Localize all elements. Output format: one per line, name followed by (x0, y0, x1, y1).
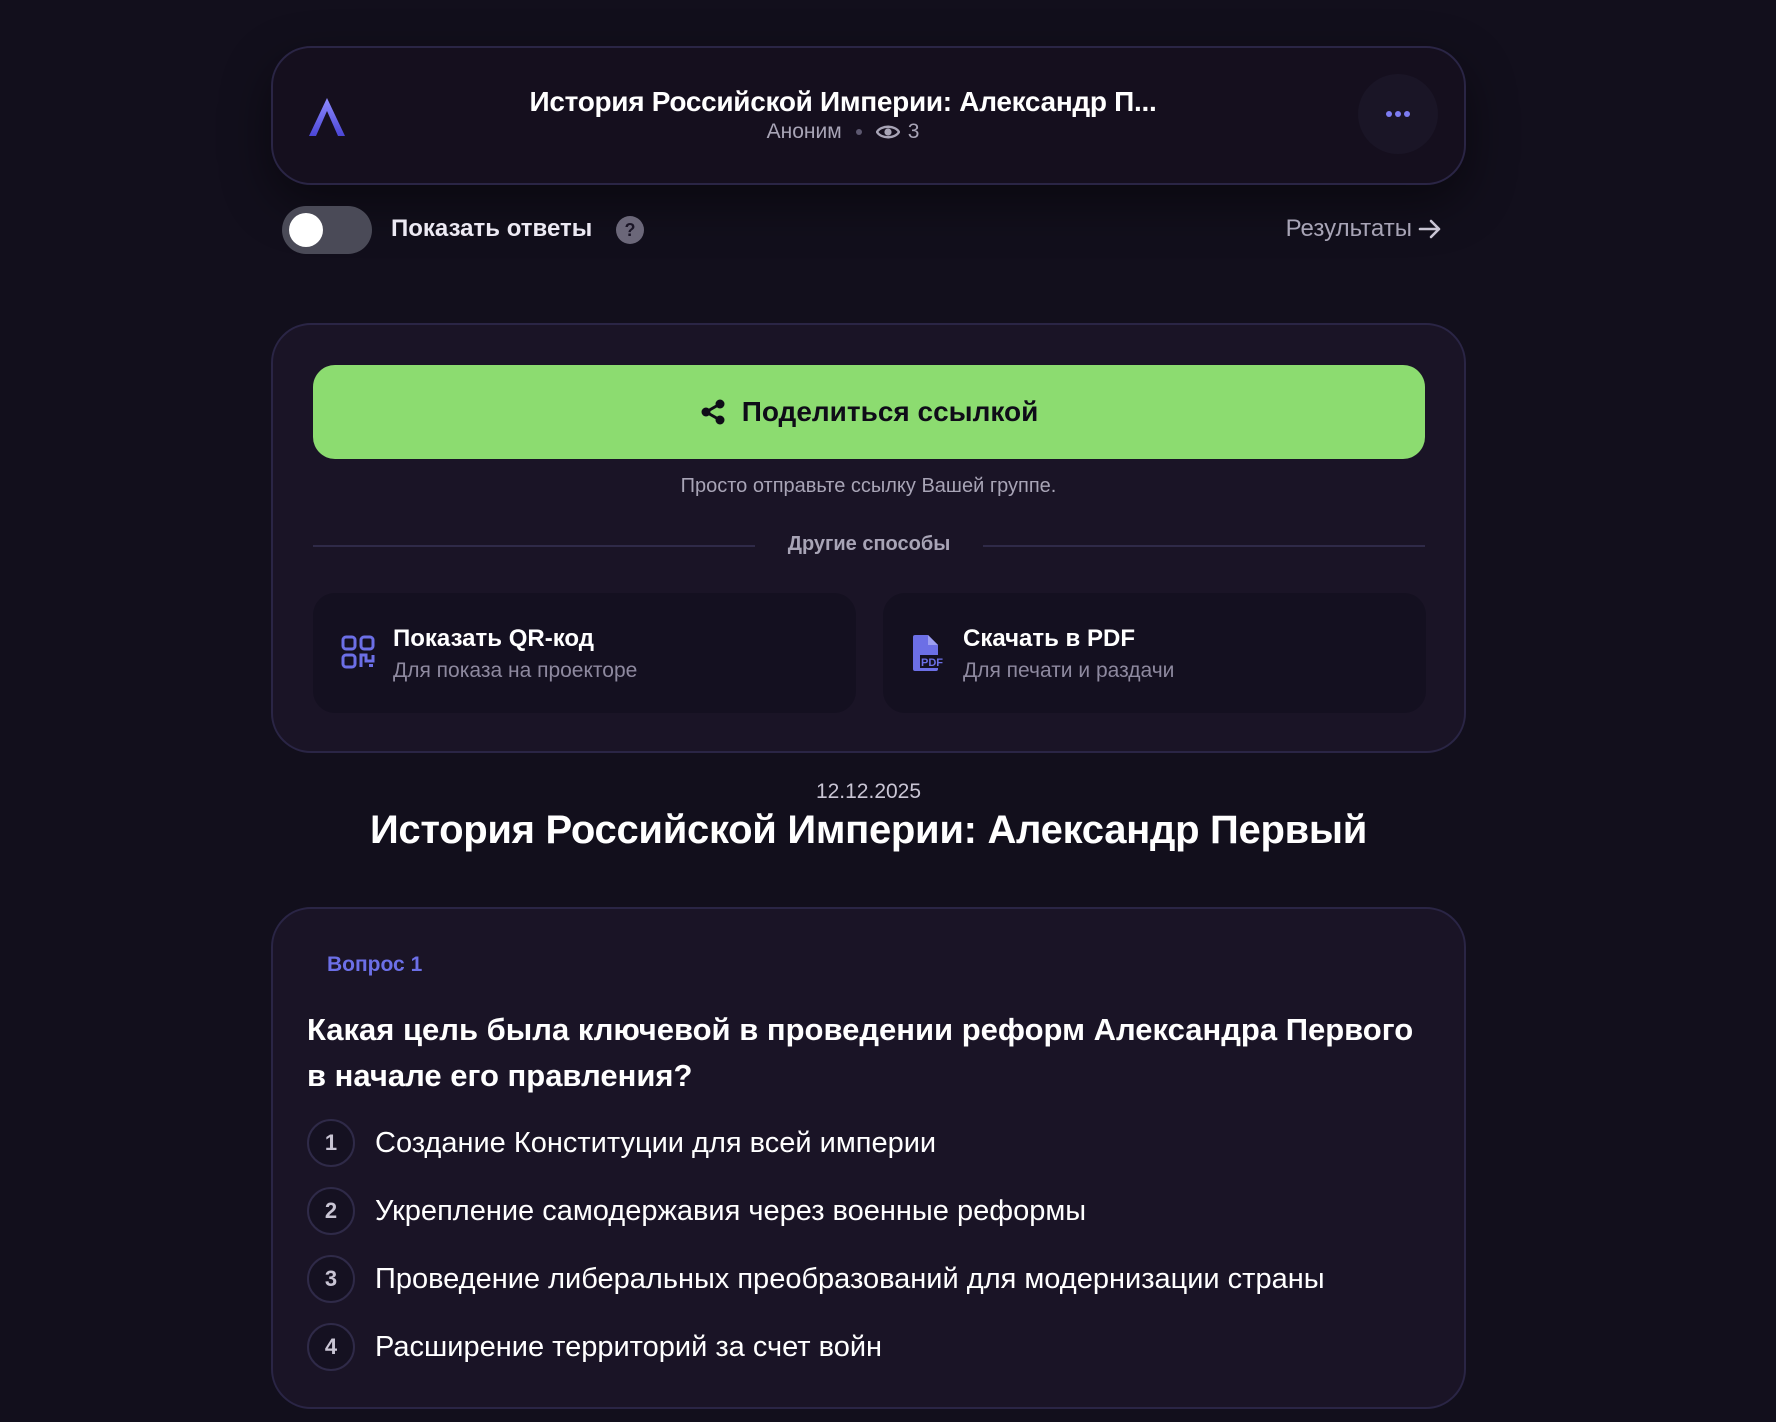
question-text: Какая цель была ключевой в проведении ре… (307, 1012, 1414, 1093)
pdf-file-icon: PDF (913, 635, 945, 671)
quiz-date: 12.12.2025 (815, 780, 922, 803)
answer-number-badge: 4 (307, 1323, 355, 1371)
show-qr-code-option[interactable]: Показать QR-код Для показа на проекторе (313, 593, 856, 713)
app-logo-icon[interactable] (307, 96, 347, 138)
views-count: 3 (875, 120, 920, 144)
show-answers-toggle[interactable] (282, 206, 372, 254)
qr-option-title: Показать QR-код (393, 625, 594, 652)
header-meta: Аноним 3 (473, 120, 1213, 144)
answer-option[interactable]: 1 Создание Конституции для всей империи (307, 1119, 1427, 1187)
results-label: Результаты (1285, 215, 1412, 242)
meta-separator (855, 129, 862, 135)
pdf-option-subtitle: Для печати и раздачи (963, 659, 1175, 682)
show-answers-label[interactable]: Показать ответы (391, 215, 592, 243)
pdf-option-title: Скачать в PDF (963, 625, 1135, 652)
answer-option[interactable]: 4 Расширение территорий за счет войн (307, 1323, 1427, 1391)
answer-text: Проведение либеральных преобразований дл… (375, 1263, 1325, 1295)
share-card: Поделиться ссылкой Просто отправьте ссыл… (271, 323, 1466, 753)
answer-number-badge: 3 (307, 1255, 355, 1303)
download-pdf-option[interactable]: PDF Скачать в PDF Для печати и раздачи (883, 593, 1426, 713)
author-name: Аноним (766, 120, 842, 143)
answer-option[interactable]: 2 Укрепление самодержавия через военные … (307, 1187, 1427, 1255)
answer-text: Расширение территорий за счет войн (375, 1331, 883, 1363)
ellipsis-icon (1386, 111, 1410, 117)
help-icon[interactable]: ? (616, 216, 644, 244)
share-icon (701, 399, 725, 425)
answer-option[interactable]: 3 Проведение либеральных преобразований … (307, 1255, 1427, 1323)
qr-option-subtitle: Для показа на проекторе (393, 659, 638, 682)
answer-list: 1 Создание Конституции для всей империи … (307, 1119, 1427, 1391)
toggle-knob (289, 213, 323, 247)
share-button-label: Поделиться ссылкой (741, 396, 1039, 427)
answer-text: Создание Конституции для всей империи (375, 1127, 937, 1159)
answer-number-badge: 1 (307, 1119, 355, 1167)
answers-toggle-row: Показать ответы ? Результаты (282, 204, 1442, 256)
other-methods-divider: Другие способы (313, 531, 1425, 561)
share-link-button[interactable]: Поделиться ссылкой (313, 365, 1425, 459)
eye-icon (875, 125, 900, 139)
quiz-title: История Российской Империи: Александр Пе… (369, 808, 1368, 852)
quiz-header: История Российской Империи: Александр П.… (271, 46, 1466, 185)
answer-number-badge: 2 (307, 1187, 355, 1235)
more-options-button[interactable] (1358, 74, 1438, 154)
results-link[interactable]: Результаты (1286, 215, 1442, 243)
svg-text:PDF: PDF (921, 657, 943, 669)
question-card: Вопрос 1 Какая цель была ключевой в пров… (271, 907, 1466, 1409)
arrow-right-icon (1418, 219, 1441, 239)
header-title: История Российской Империи: Александр П.… (529, 86, 1157, 117)
answer-text: Укрепление самодержавия через военные ре… (375, 1195, 1087, 1227)
question-number-label: Вопрос 1 (327, 953, 423, 976)
share-hint: Просто отправьте ссылку Вашей группе. (680, 475, 1057, 497)
qr-code-icon (341, 635, 375, 669)
other-methods-label: Другие способы (787, 533, 951, 555)
views-number: 3 (907, 120, 920, 143)
